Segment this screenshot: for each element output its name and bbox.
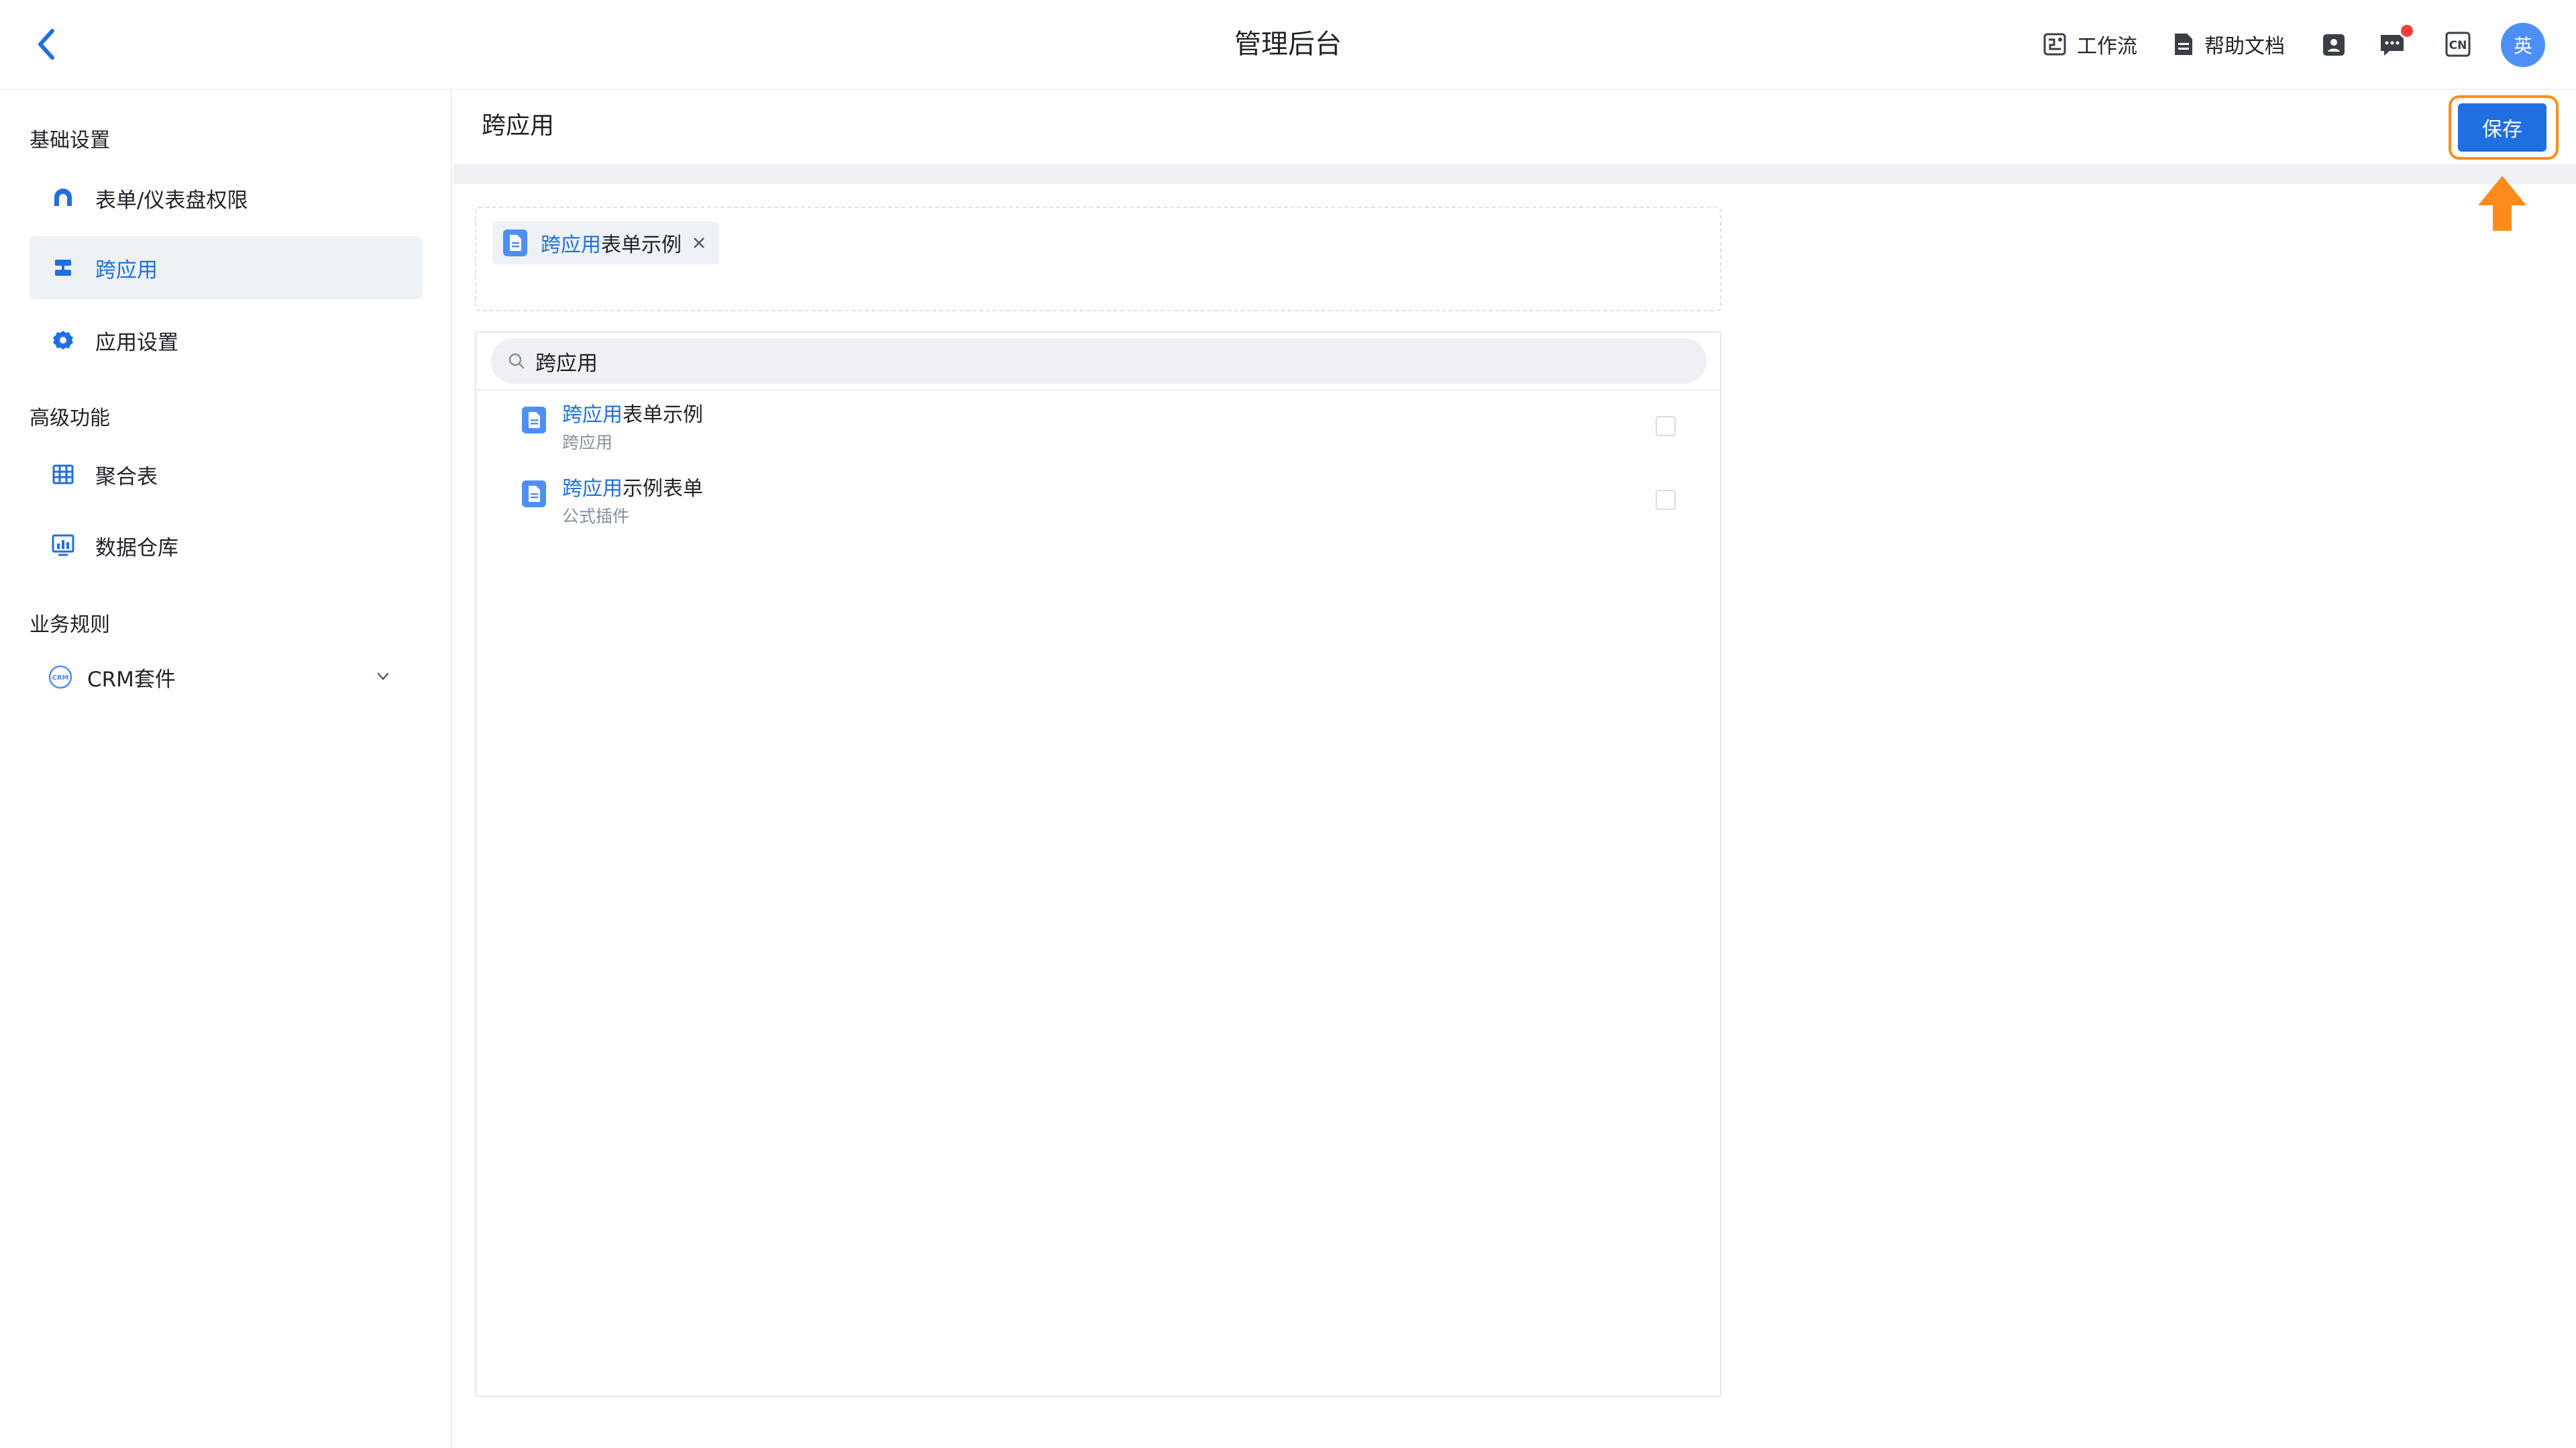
back-button[interactable] (30, 24, 64, 64)
svg-text:CN: CN (2449, 39, 2467, 52)
workflow-icon (2043, 33, 2066, 56)
list-item-checkbox[interactable] (1656, 416, 1676, 436)
help-docs-link[interactable]: 帮助文档 (2172, 30, 2285, 59)
sidebar-item-permissions[interactable]: 表单/仪表盘权限 (30, 166, 423, 229)
close-icon[interactable] (691, 235, 707, 251)
form-document-icon (503, 229, 527, 256)
language-icon: CN (2445, 32, 2471, 57)
data-warehouse-icon (50, 532, 76, 559)
sidebar: 基础设置 表单/仪表盘权限 跨应用 应用设置 高级功能 聚合表 数据仓库 业务规… (0, 90, 452, 1448)
list-item-checkbox[interactable] (1656, 490, 1676, 510)
list-item-rest: 示例表单 (623, 477, 703, 501)
list-item-name: 跨应用表单示例 (562, 400, 703, 431)
permission-icon (50, 185, 76, 211)
list-item-app-name: 公式插件 (562, 507, 630, 526)
workflow-link[interactable]: 工作流 (2042, 30, 2137, 59)
chip-highlight-text: 跨应用 (541, 234, 601, 257)
language-button[interactable]: CN (2445, 31, 2471, 58)
sidebar-item-label: 数据仓库 (95, 535, 178, 560)
sidebar-item-crm-suite[interactable]: CRM CRM套件 (30, 645, 423, 709)
list-item[interactable]: 跨应用示例表单 公式插件 (510, 474, 1704, 541)
svg-text:CRM: CRM (52, 674, 69, 682)
selected-chip: 跨应用 表单示例 (492, 221, 719, 264)
page-title: 跨应用 (482, 112, 555, 140)
chip-rest-text: 表单示例 (601, 234, 682, 257)
chevron-left-icon (38, 29, 54, 60)
top-bar: 管理后台 工作流 帮助文档 CN 英 (0, 0, 2576, 90)
sidebar-item-label: 应用设置 (95, 330, 178, 355)
help-docs-label: 帮助文档 (2204, 35, 2285, 58)
search-icon (508, 353, 525, 369)
gear-icon (50, 327, 76, 354)
app-title: 管理后台 (1234, 29, 1342, 60)
list-item-highlight: 跨应用 (562, 403, 623, 427)
sidebar-group-advanced: 高级功能 (30, 407, 110, 430)
form-list-panel: 跨应用表单示例 跨应用 跨应用示例表单 公式插件 (475, 331, 1721, 1397)
sidebar-item-label: 跨应用 (95, 258, 158, 282)
contacts-icon (2323, 34, 2345, 56)
search-box (491, 338, 1707, 384)
document-icon (2175, 34, 2192, 55)
page-header: 跨应用 (453, 90, 2576, 164)
list-item-rest: 表单示例 (623, 403, 703, 427)
search-input[interactable] (534, 348, 1677, 374)
workflow-label: 工作流 (2077, 35, 2137, 58)
sidebar-item-label: 表单/仪表盘权限 (95, 188, 248, 213)
list-item-name: 跨应用示例表单 (562, 474, 703, 505)
crm-icon: CRM (47, 664, 74, 690)
list-item[interactable]: 跨应用表单示例 跨应用 (510, 400, 1704, 467)
header-divider (453, 164, 2576, 184)
table-grid-icon (50, 461, 76, 488)
sidebar-item-label: 聚合表 (95, 464, 158, 489)
save-button[interactable]: 保存 (2458, 103, 2546, 152)
sidebar-group-business-rules: 业务规则 (30, 613, 110, 637)
contacts-button[interactable] (2321, 32, 2347, 58)
sidebar-item-data-warehouse[interactable]: 数据仓库 (30, 514, 423, 577)
arrow-up-icon (2478, 176, 2526, 231)
chevron-down-icon (377, 672, 389, 680)
sidebar-item-cross-app[interactable]: 跨应用 (30, 236, 423, 299)
form-document-icon (522, 407, 546, 433)
cross-app-icon (50, 254, 76, 281)
list-item-highlight: 跨应用 (562, 477, 623, 501)
sidebar-group-basic: 基础设置 (30, 129, 110, 152)
list-divider (476, 389, 1720, 391)
sidebar-item-aggregate-table[interactable]: 聚合表 (30, 443, 423, 506)
sidebar-item-app-settings[interactable]: 应用设置 (30, 309, 423, 372)
sidebar-item-label: CRM套件 (87, 667, 176, 692)
list-item-app-name: 跨应用 (562, 433, 613, 452)
avatar[interactable]: 英 (2501, 23, 2545, 67)
selected-items-area: 跨应用 表单示例 (475, 207, 1721, 311)
notification-badge (2399, 23, 2415, 39)
form-document-icon (522, 480, 546, 507)
